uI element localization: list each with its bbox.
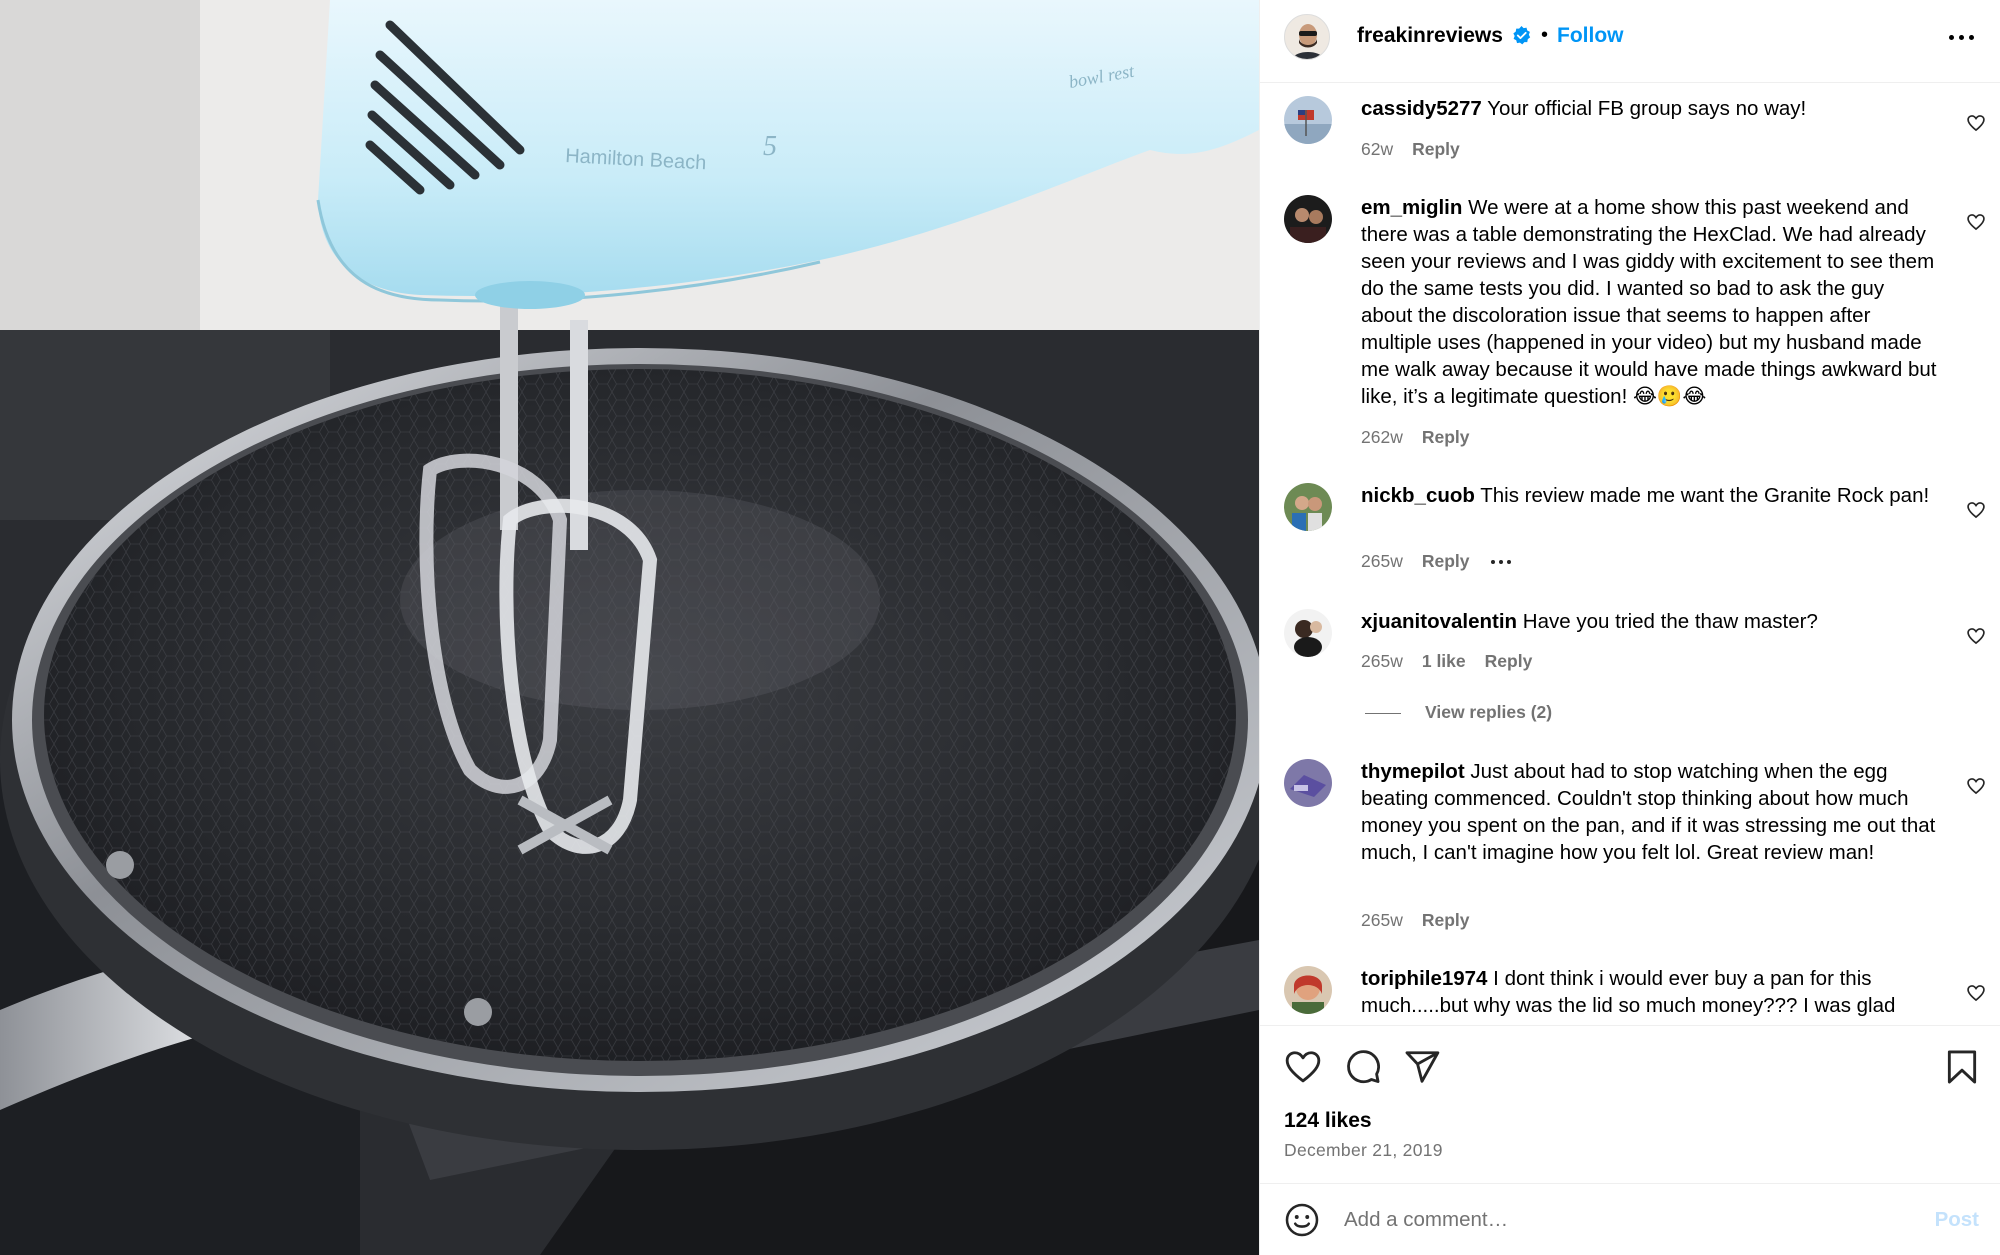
view-replies-label: View replies (2) <box>1425 702 1553 722</box>
more-horizontal-icon[interactable] <box>1945 22 1979 52</box>
options-dot <box>1506 560 1511 565</box>
like-comment-heart-icon[interactable] <box>1966 500 1986 520</box>
post-comment-button[interactable]: Post <box>1935 1208 1979 1232</box>
comment-age: 265w <box>1361 551 1403 571</box>
commenter-avatar[interactable] <box>1284 609 1332 657</box>
comment-username[interactable]: thymepilot <box>1361 760 1465 783</box>
options-dot <box>1490 560 1495 565</box>
view-replies-button[interactable]: View replies (2) <box>1365 702 1552 723</box>
mixer-model-mark: 5 <box>763 131 777 162</box>
comment-content: Your official FB group says no way! <box>1487 97 1807 120</box>
like-comment-heart-icon[interactable] <box>1966 983 1986 1003</box>
comment-username[interactable]: xjuanitovalentin <box>1361 610 1517 633</box>
more-dot <box>1959 35 1964 40</box>
commenter-avatar-illustration <box>1284 195 1332 243</box>
author-avatar-illustration <box>1285 15 1329 59</box>
post-image: Hamilton Beach 5 bowl rest <box>0 0 1259 1255</box>
smiley-icon[interactable] <box>1284 1202 1320 1238</box>
options-dot <box>1498 560 1503 565</box>
like-comment-heart-icon[interactable] <box>1966 626 1986 646</box>
commenter-avatar[interactable] <box>1284 759 1332 807</box>
follow-button[interactable]: Follow <box>1557 24 1624 48</box>
reply-button[interactable]: Reply <box>1485 651 1533 672</box>
post-header: freakinreviews • Follow <box>1260 0 2000 83</box>
verified-badge-icon <box>1513 26 1531 45</box>
comment-text: nickb_cuob This review made me want the … <box>1361 482 1939 509</box>
comment-content: We were at a home show this past weekend… <box>1361 196 1937 408</box>
comment-text: toriphile1974 I dont think i would ever … <box>1361 965 1939 1019</box>
commenter-avatar[interactable] <box>1284 483 1332 531</box>
comment-meta: 265w Reply <box>1361 551 1534 572</box>
add-comment-bar: Post <box>1260 1183 2000 1255</box>
bookmark-icon[interactable] <box>1943 1048 1981 1086</box>
commenter-avatar-illustration <box>1284 759 1332 807</box>
comment-meta: 265w Reply <box>1361 910 1489 931</box>
author-username[interactable]: freakinreviews <box>1357 24 1503 48</box>
view-replies-line <box>1365 712 1401 714</box>
comment-text: cassidy5277 Your official FB group says … <box>1361 95 1939 122</box>
more-dot <box>1949 35 1954 40</box>
like-comment-heart-icon[interactable] <box>1966 212 1986 232</box>
comment-bubble-icon[interactable] <box>1344 1048 1382 1086</box>
commenter-avatar-illustration <box>1284 96 1332 144</box>
comment-text: thymepilot Just about had to stop watchi… <box>1361 758 1939 866</box>
commenter-avatar[interactable] <box>1284 966 1332 1014</box>
paper-plane-icon[interactable] <box>1403 1048 1441 1086</box>
comment-text: em_miglin We were at a home show this pa… <box>1361 194 1939 410</box>
comment-age: 265w <box>1361 651 1403 671</box>
author-avatar[interactable] <box>1284 14 1330 60</box>
comment-meta: 62w Reply <box>1361 139 1479 160</box>
commenter-avatar-illustration <box>1284 609 1332 657</box>
comment-username[interactable]: em_miglin <box>1361 196 1462 219</box>
post-date[interactable]: December 21, 2019 <box>1284 1140 1443 1161</box>
commenter-avatar[interactable] <box>1284 96 1332 144</box>
comment-options-icon[interactable] <box>1489 557 1515 567</box>
comment-username[interactable]: nickb_cuob <box>1361 484 1475 507</box>
comments-list[interactable]: cassidy5277 Your official FB group says … <box>1260 84 2000 1025</box>
comment-like-count[interactable]: 1 like <box>1422 651 1466 672</box>
comment-username[interactable]: toriphile1974 <box>1361 967 1487 990</box>
comment-age: 265w <box>1361 910 1403 930</box>
likes-count[interactable]: 124 likes <box>1284 1109 1372 1133</box>
post-side-panel: freakinreviews • Follow cassidy5277 Your… <box>1259 0 2000 1255</box>
reply-button[interactable]: Reply <box>1422 427 1470 448</box>
like-comment-heart-icon[interactable] <box>1966 113 1986 133</box>
add-comment-input[interactable] <box>1344 1202 1904 1238</box>
commenter-avatar-illustration <box>1284 483 1332 531</box>
heart-icon[interactable] <box>1284 1048 1322 1086</box>
comment-meta: 265w 1 like Reply <box>1361 651 1551 672</box>
reply-button[interactable]: Reply <box>1412 139 1460 160</box>
comment-age: 262w <box>1361 427 1403 447</box>
comment-meta: 262w Reply <box>1361 427 1489 448</box>
post-photo-illustration: Hamilton Beach 5 bowl rest <box>0 0 1259 1255</box>
header-separator: • <box>1541 24 1549 46</box>
like-comment-heart-icon[interactable] <box>1966 776 1986 796</box>
reply-button[interactable]: Reply <box>1422 910 1470 931</box>
commenter-avatar-illustration <box>1284 966 1332 1014</box>
comment-content: Have you tried the thaw master? <box>1522 610 1818 633</box>
comment-content: This review made me want the Granite Roc… <box>1480 484 1930 507</box>
post-actions: 124 likes December 21, 2019 <box>1260 1025 2000 1185</box>
comment-text: xjuanitovalentin Have you tried the thaw… <box>1361 608 1939 635</box>
reply-button[interactable]: Reply <box>1422 551 1470 572</box>
more-dot <box>1969 35 1974 40</box>
comment-age: 62w <box>1361 139 1394 159</box>
commenter-avatar[interactable] <box>1284 195 1332 243</box>
comment-username[interactable]: cassidy5277 <box>1361 97 1482 120</box>
